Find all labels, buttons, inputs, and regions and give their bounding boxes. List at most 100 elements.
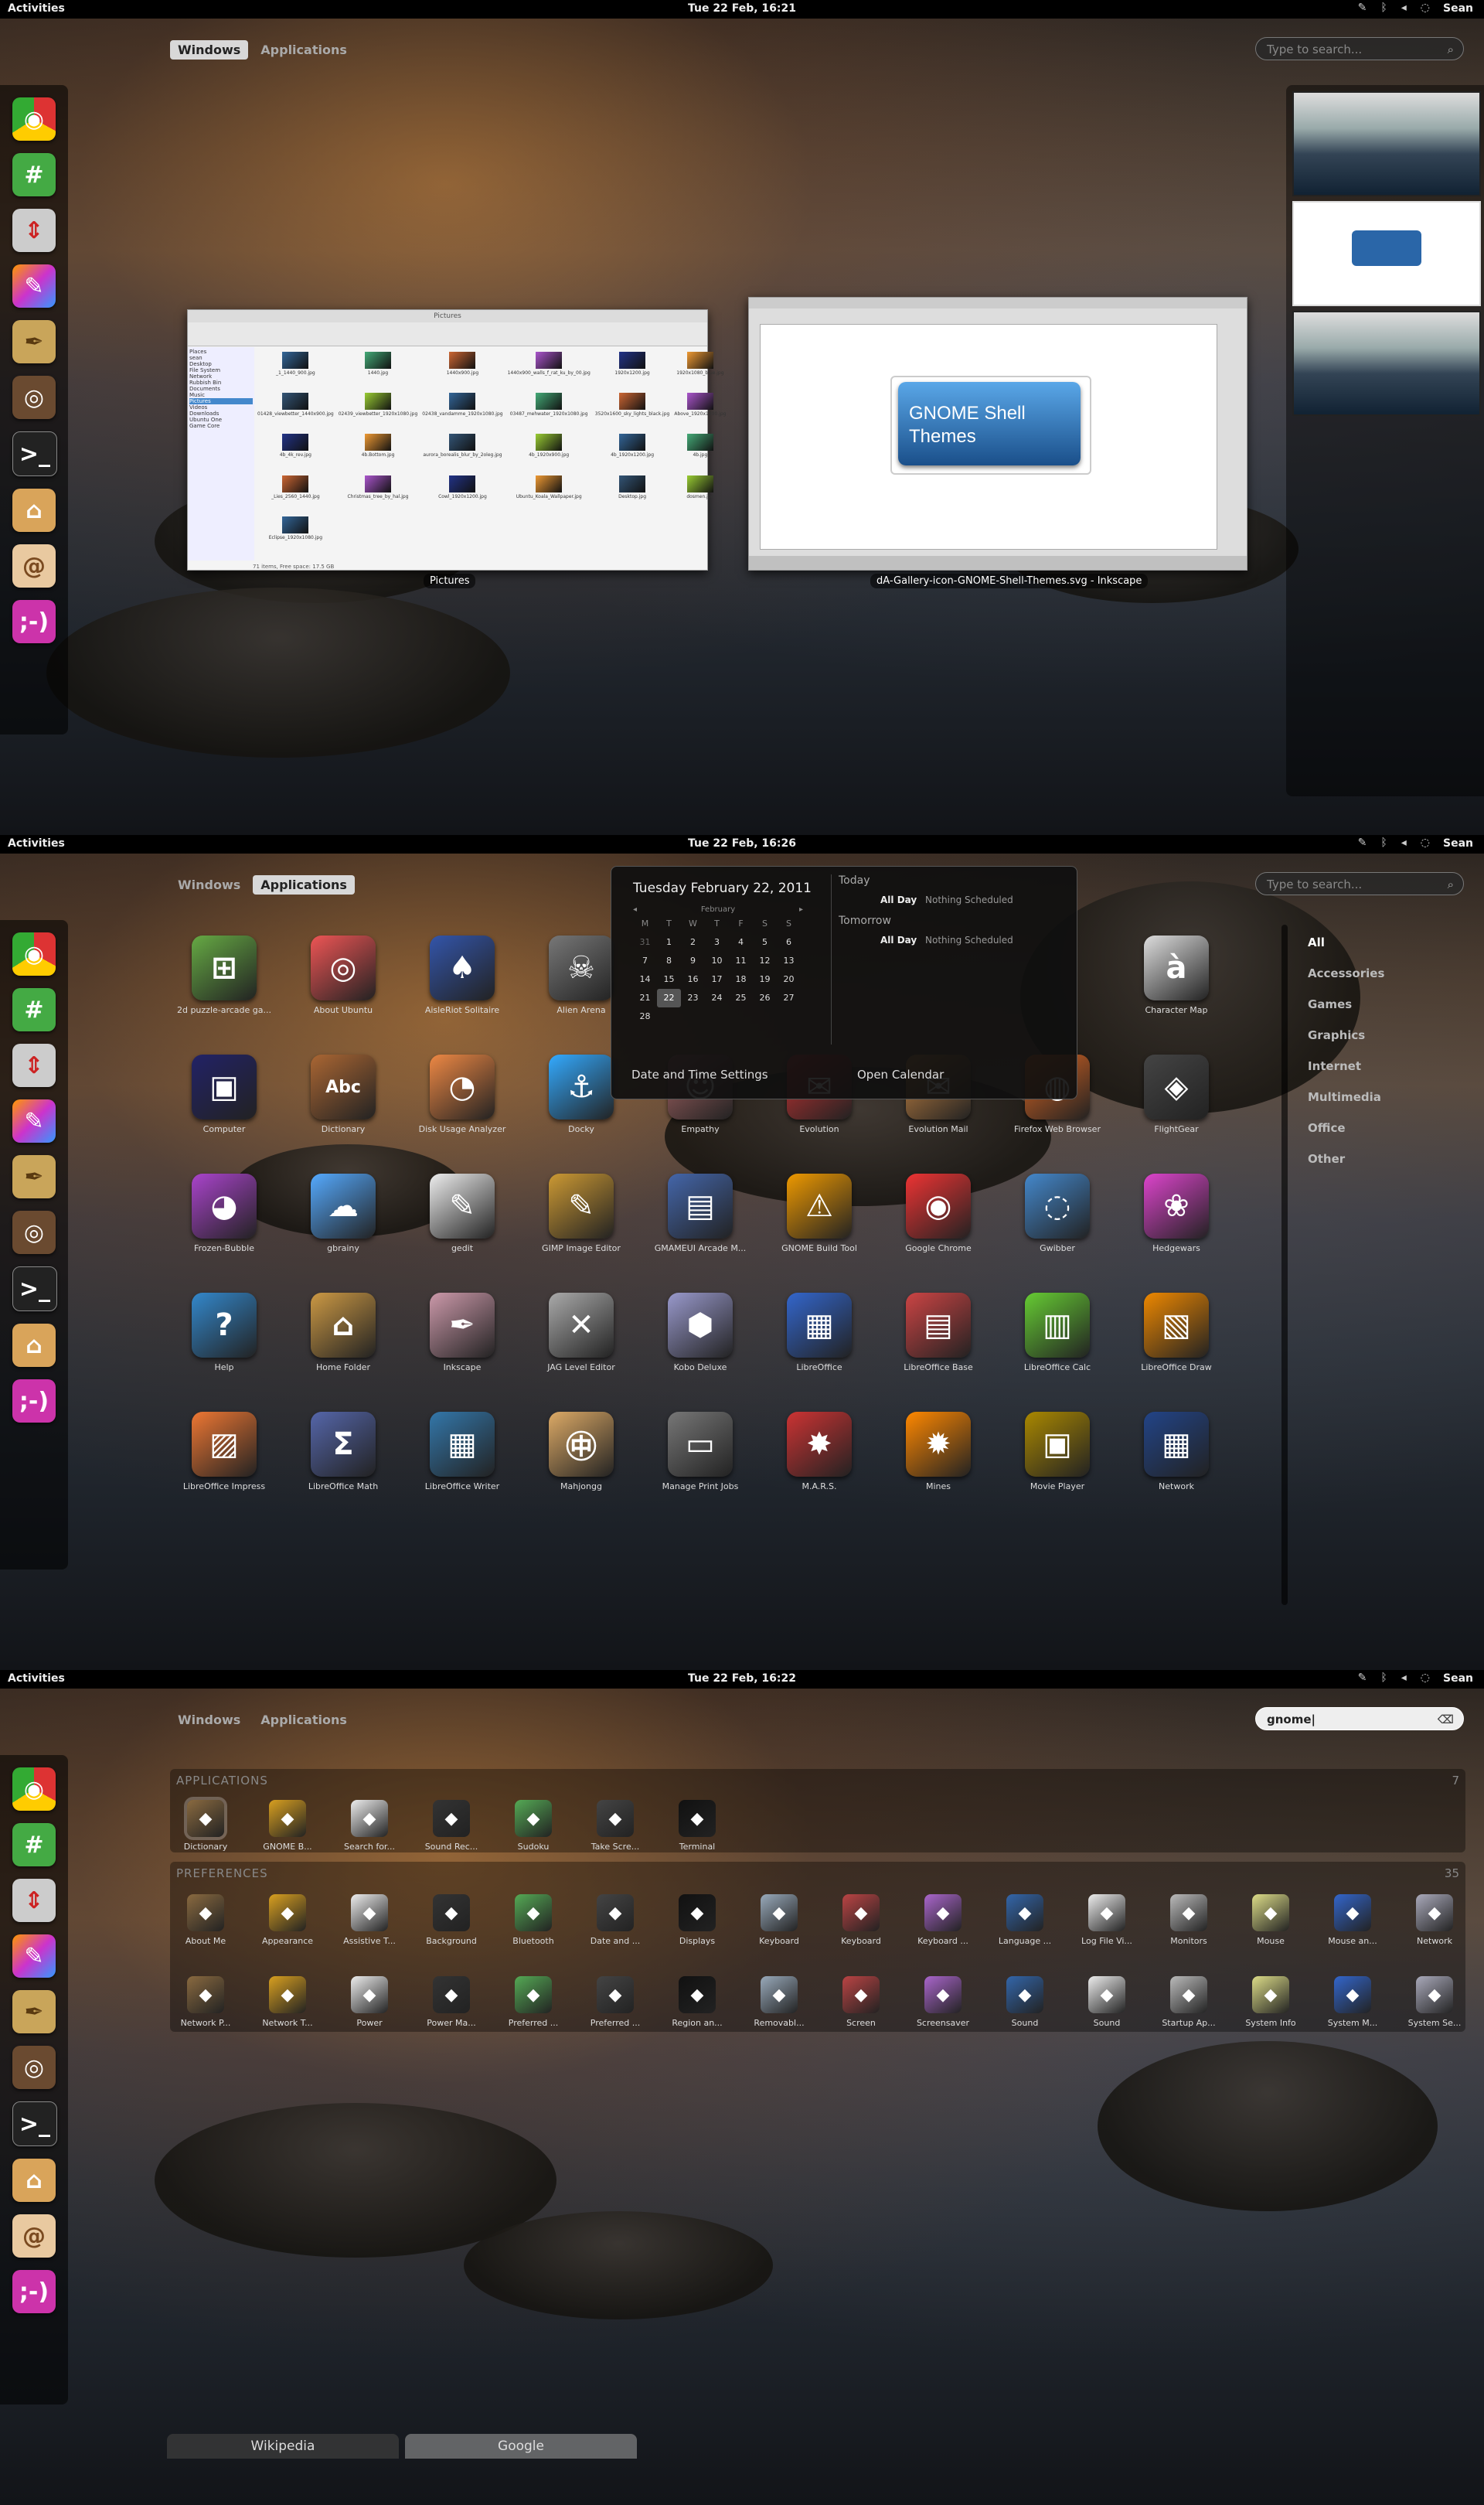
search-result[interactable]: ◆ Terminal	[659, 1800, 736, 1852]
search-result[interactable]: ◆ Appearance	[249, 1894, 326, 1946]
hashtag-icon[interactable]: #	[12, 988, 56, 1031]
tab-applications[interactable]: Applications	[253, 1710, 355, 1730]
calendar-day[interactable]: 18	[729, 970, 753, 989]
search-result[interactable]: ◆ Network P...	[167, 1976, 244, 2028]
app-item[interactable]: ⚠ GNOME Build Tool	[765, 1174, 873, 1253]
inkscape-icon[interactable]: ✒	[12, 1990, 56, 2033]
sidebar-item[interactable]: Ubuntu One	[189, 417, 253, 423]
terminal-icon[interactable]: >_	[12, 431, 57, 476]
search-result[interactable]: ◆ Startup Ap...	[1150, 1976, 1227, 2028]
file-item[interactable]: 1440x900_walls_f_rat_ku_by_00.jpg	[508, 352, 591, 388]
file-item[interactable]: 1920x1200.jpg	[595, 352, 670, 388]
network-icon[interactable]: ◌	[1421, 1672, 1430, 1684]
search-result[interactable]: ◆ About Me	[167, 1894, 244, 1946]
app-item[interactable]: ✹ Mines	[884, 1412, 992, 1491]
app-item[interactable]: ♠ AisleRiot Solitaire	[408, 936, 516, 1015]
search-result[interactable]: ◆ Sound	[1068, 1976, 1145, 2028]
calendar-day[interactable]: 10	[705, 952, 729, 970]
user-menu[interactable]: Sean	[1443, 2, 1473, 15]
calendar-day[interactable]: 24	[705, 989, 729, 1007]
sidebar-item[interactable]: Game Core	[189, 423, 253, 429]
open-calendar-button[interactable]: Open Calendar	[857, 1068, 944, 1082]
category-all[interactable]: All	[1308, 936, 1384, 966]
accessibility-icon[interactable]: ✎	[1358, 837, 1367, 849]
calendar-day[interactable]: 1	[657, 933, 681, 952]
search-result[interactable]: ◆ Log File Vi...	[1068, 1894, 1145, 1946]
gimp-icon[interactable]: ✎	[12, 264, 56, 308]
home-folder-icon[interactable]: ⌂	[12, 1324, 56, 1367]
sidebar-item[interactable]: Pictures	[189, 398, 253, 404]
app-item[interactable]: ▦ Network	[1122, 1412, 1230, 1491]
sidebar-item[interactable]: Desktop	[189, 361, 253, 367]
window-inkscape[interactable]: GNOME Shell Themes	[748, 297, 1247, 571]
app-item[interactable]: ✎ gedit	[408, 1174, 516, 1253]
prev-month-icon[interactable]: ◂	[633, 905, 637, 914]
user-menu[interactable]: Sean	[1443, 1672, 1473, 1685]
file-item[interactable]: dosmen.jpg	[674, 475, 726, 512]
tab-windows[interactable]: Windows	[170, 40, 249, 60]
calendar-day[interactable]: 8	[657, 952, 681, 970]
app-item[interactable]: ? Help	[170, 1293, 278, 1372]
app-item[interactable]: ▦ LibreOffice Writer	[408, 1412, 516, 1491]
search-result[interactable]: ◆ Take Scre...	[577, 1800, 654, 1852]
smiley-icon[interactable]: ;-)	[12, 1379, 56, 1423]
search-result[interactable]: ◆ Background	[413, 1894, 490, 1946]
workspace-thumbnail-2[interactable]	[1292, 201, 1481, 306]
search-result[interactable]: ◆ Mouse	[1232, 1894, 1309, 1946]
app-item[interactable]: ✸ M.A.R.S.	[765, 1412, 873, 1491]
google-chrome-icon[interactable]: ◉	[12, 97, 56, 141]
search-input[interactable]: gnome| ⌫	[1255, 1707, 1464, 1730]
file-item[interactable]: 1440.jpg	[339, 352, 418, 388]
search-result[interactable]: ◆ GNOME B...	[249, 1800, 326, 1852]
calendar-day[interactable]: 17	[705, 970, 729, 989]
smiley-icon[interactable]: ;-)	[12, 600, 56, 643]
canvas[interactable]: GNOME Shell Themes	[760, 324, 1217, 550]
tab-windows[interactable]: Windows	[170, 875, 248, 895]
shell-icon[interactable]: @	[12, 544, 56, 588]
calendar-day[interactable]: 11	[729, 952, 753, 970]
file-item[interactable]: 3520x1600_sky_lights_black.jpg	[595, 393, 669, 429]
app-item[interactable]: ◌ Gwibber	[1003, 1174, 1111, 1253]
search-result[interactable]: ◆ Sudoku	[495, 1800, 572, 1852]
app-item[interactable]: ▣ Computer	[170, 1055, 278, 1134]
calendar-day[interactable]: 3	[705, 933, 729, 952]
provider-google[interactable]: Google	[405, 2434, 637, 2459]
bluetooth-icon[interactable]: ᛒ	[1380, 837, 1387, 849]
home-folder-icon[interactable]: ⌂	[12, 2159, 56, 2202]
search-input[interactable]: Type to search... ⌕	[1255, 37, 1464, 60]
calendar-day[interactable]: 21	[633, 989, 657, 1007]
category-games[interactable]: Games	[1308, 997, 1384, 1028]
date-time-settings-button[interactable]: Date and Time Settings	[631, 1068, 768, 1082]
sidebar-item[interactable]: Rubbish Bin	[189, 380, 253, 386]
app-item[interactable]: à Character Map	[1122, 936, 1230, 1015]
sidebar-item[interactable]: sean	[189, 355, 253, 361]
calendar-day[interactable]: 27	[777, 989, 801, 1007]
sidebar-item[interactable]: Music	[189, 392, 253, 398]
clock[interactable]: Tue 22 Feb, 16:26	[0, 837, 1484, 850]
app-item[interactable]: ⬢ Kobo Deluxe	[646, 1293, 754, 1372]
sidebar-item[interactable]: File System	[189, 367, 253, 373]
file-item[interactable]: 4b_1920x1200.jpg	[595, 434, 670, 470]
calendar-day[interactable]: 14	[633, 970, 657, 989]
calendar-day[interactable]: 6	[777, 933, 801, 952]
app-item[interactable]: ▨ LibreOffice Impress	[170, 1412, 278, 1491]
search-result[interactable]: ◆ Assistive T...	[331, 1894, 408, 1946]
calendar-day[interactable]: 23	[681, 989, 705, 1007]
file-item[interactable]: 02439_viewbetter_1920x1080.jpg	[339, 393, 417, 429]
calendar-day[interactable]: 16	[681, 970, 705, 989]
search-result[interactable]: ◆ Monitors	[1150, 1894, 1227, 1946]
sidebar-item[interactable]: Downloads	[189, 411, 253, 417]
accessibility-icon[interactable]: ✎	[1358, 2, 1367, 14]
search-result[interactable]: ◆ Keyboard	[740, 1894, 818, 1946]
bluetooth-icon[interactable]: ᛒ	[1380, 1672, 1387, 1684]
app-item[interactable]: ▥ LibreOffice Calc	[1003, 1293, 1111, 1372]
app-item[interactable]: Abc Dictionary	[289, 1055, 397, 1134]
user-menu[interactable]: Sean	[1443, 837, 1473, 850]
sidebar-item[interactable]: Network	[189, 373, 253, 380]
app-item[interactable]: ⊞ 2d puzzle-arcade ga...	[170, 936, 278, 1015]
file-item[interactable]: 1920x1080_blue.jpg	[674, 352, 726, 388]
search-result[interactable]: ◆ Bluetooth	[495, 1894, 572, 1946]
file-item[interactable]: _Lies_2560_1440.jpg	[257, 475, 334, 512]
search-result[interactable]: ◆ Sound Rec...	[413, 1800, 490, 1852]
file-item[interactable]: aurora_borealis_blur_by_2oleg.jpg	[422, 434, 502, 470]
